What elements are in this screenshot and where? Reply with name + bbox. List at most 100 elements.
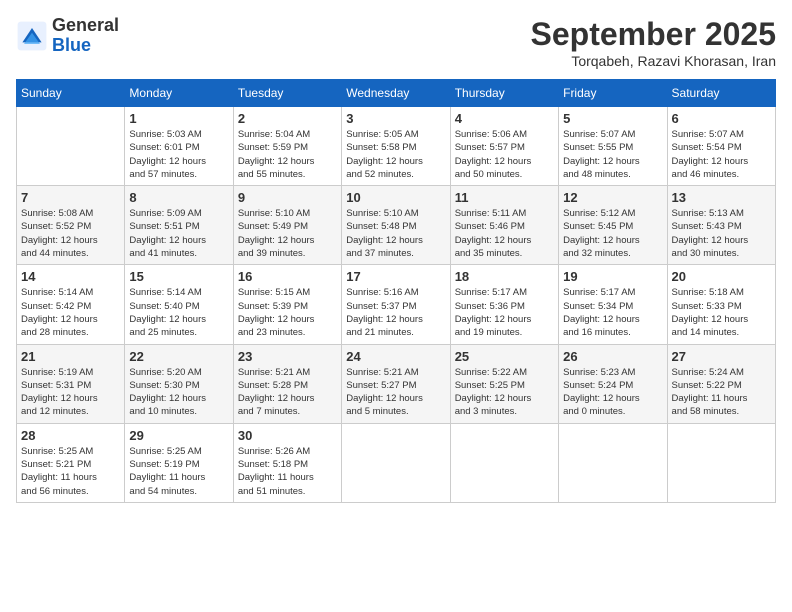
calendar-cell: 27 Sunrise: 5:24 AM Sunset: 5:22 PM Dayli… xyxy=(667,344,775,423)
day-info: Sunrise: 5:21 AM Sunset: 5:27 PM Dayligh… xyxy=(346,366,445,419)
calendar-cell: 30 Sunrise: 5:26 AM Sunset: 5:18 PM Dayli… xyxy=(233,423,341,502)
day-number: 13 xyxy=(672,190,771,205)
title-section: September 2025 Torqabeh, Razavi Khorasan… xyxy=(531,16,776,69)
day-info: Sunrise: 5:21 AM Sunset: 5:28 PM Dayligh… xyxy=(238,366,337,419)
calendar-cell: 21 Sunrise: 5:19 AM Sunset: 5:31 PM Dayli… xyxy=(17,344,125,423)
calendar-week-row: 14 Sunrise: 5:14 AM Sunset: 5:42 PM Dayli… xyxy=(17,265,776,344)
logo-text: General Blue xyxy=(52,16,119,56)
calendar-cell: 1Sunrise: 5:03 AM Sunset: 6:01 PM Daylig… xyxy=(125,107,233,186)
calendar-cell: 11 Sunrise: 5:11 AM Sunset: 5:46 PM Dayli… xyxy=(450,186,558,265)
day-number: 15 xyxy=(129,269,228,284)
day-number: 12 xyxy=(563,190,662,205)
logo-general: General xyxy=(52,15,119,35)
day-number: 26 xyxy=(563,349,662,364)
calendar-cell xyxy=(559,423,667,502)
day-info: Sunrise: 5:08 AM Sunset: 5:52 PM Dayligh… xyxy=(21,207,120,260)
day-info: Sunrise: 5:09 AM Sunset: 5:51 PM Dayligh… xyxy=(129,207,228,260)
calendar-cell: 24 Sunrise: 5:21 AM Sunset: 5:27 PM Dayli… xyxy=(342,344,450,423)
calendar-cell: 20Sunrise: 5:18 AM Sunset: 5:33 PM Dayli… xyxy=(667,265,775,344)
day-info: Sunrise: 5:04 AM Sunset: 5:59 PM Dayligh… xyxy=(238,128,337,181)
day-info: Sunrise: 5:13 AM Sunset: 5:43 PM Dayligh… xyxy=(672,207,771,260)
page-header: General Blue September 2025 Torqabeh, Ra… xyxy=(16,16,776,69)
weekday-header-thursday: Thursday xyxy=(450,80,558,107)
calendar-cell: 12Sunrise: 5:12 AM Sunset: 5:45 PM Dayli… xyxy=(559,186,667,265)
day-info: Sunrise: 5:07 AM Sunset: 5:55 PM Dayligh… xyxy=(563,128,662,181)
day-info: Sunrise: 5:10 AM Sunset: 5:49 PM Dayligh… xyxy=(238,207,337,260)
calendar-cell: 29Sunrise: 5:25 AM Sunset: 5:19 PM Dayli… xyxy=(125,423,233,502)
day-info: Sunrise: 5:26 AM Sunset: 5:18 PM Dayligh… xyxy=(238,445,337,498)
day-number: 11 xyxy=(455,190,554,205)
day-number: 24 xyxy=(346,349,445,364)
calendar-cell xyxy=(17,107,125,186)
calendar-cell: 17Sunrise: 5:16 AM Sunset: 5:37 PM Dayli… xyxy=(342,265,450,344)
day-number: 14 xyxy=(21,269,120,284)
day-info: Sunrise: 5:19 AM Sunset: 5:31 PM Dayligh… xyxy=(21,366,120,419)
day-number: 2 xyxy=(238,111,337,126)
calendar-cell: 8 Sunrise: 5:09 AM Sunset: 5:51 PM Daylig… xyxy=(125,186,233,265)
calendar-cell: 10 Sunrise: 5:10 AM Sunset: 5:48 PM Dayli… xyxy=(342,186,450,265)
calendar-cell: 28 Sunrise: 5:25 AM Sunset: 5:21 PM Dayli… xyxy=(17,423,125,502)
calendar-cell xyxy=(342,423,450,502)
day-number: 21 xyxy=(21,349,120,364)
calendar-cell xyxy=(450,423,558,502)
day-number: 6 xyxy=(672,111,771,126)
day-info: Sunrise: 5:15 AM Sunset: 5:39 PM Dayligh… xyxy=(238,286,337,339)
day-number: 23 xyxy=(238,349,337,364)
calendar-cell: 14 Sunrise: 5:14 AM Sunset: 5:42 PM Dayli… xyxy=(17,265,125,344)
weekday-header-row: SundayMondayTuesdayWednesdayThursdayFrid… xyxy=(17,80,776,107)
day-number: 25 xyxy=(455,349,554,364)
day-number: 20 xyxy=(672,269,771,284)
calendar-cell: 15Sunrise: 5:14 AM Sunset: 5:40 PM Dayli… xyxy=(125,265,233,344)
day-number: 5 xyxy=(563,111,662,126)
calendar-cell: 3Sunrise: 5:05 AM Sunset: 5:58 PM Daylig… xyxy=(342,107,450,186)
calendar-week-row: 1Sunrise: 5:03 AM Sunset: 6:01 PM Daylig… xyxy=(17,107,776,186)
day-number: 18 xyxy=(455,269,554,284)
day-number: 30 xyxy=(238,428,337,443)
day-info: Sunrise: 5:10 AM Sunset: 5:48 PM Dayligh… xyxy=(346,207,445,260)
day-number: 4 xyxy=(455,111,554,126)
day-info: Sunrise: 5:25 AM Sunset: 5:21 PM Dayligh… xyxy=(21,445,120,498)
day-info: Sunrise: 5:23 AM Sunset: 5:24 PM Dayligh… xyxy=(563,366,662,419)
day-info: Sunrise: 5:17 AM Sunset: 5:34 PM Dayligh… xyxy=(563,286,662,339)
day-info: Sunrise: 5:24 AM Sunset: 5:22 PM Dayligh… xyxy=(672,366,771,419)
calendar-week-row: 7Sunrise: 5:08 AM Sunset: 5:52 PM Daylig… xyxy=(17,186,776,265)
calendar-cell: 25 Sunrise: 5:22 AM Sunset: 5:25 PM Dayli… xyxy=(450,344,558,423)
calendar-cell: 22Sunrise: 5:20 AM Sunset: 5:30 PM Dayli… xyxy=(125,344,233,423)
day-number: 28 xyxy=(21,428,120,443)
weekday-header-friday: Friday xyxy=(559,80,667,107)
logo-icon xyxy=(16,20,48,52)
logo: General Blue xyxy=(16,16,119,56)
weekday-header-saturday: Saturday xyxy=(667,80,775,107)
weekday-header-monday: Monday xyxy=(125,80,233,107)
calendar-cell: 6 Sunrise: 5:07 AM Sunset: 5:54 PM Daylig… xyxy=(667,107,775,186)
calendar-cell: 26 Sunrise: 5:23 AM Sunset: 5:24 PM Dayli… xyxy=(559,344,667,423)
calendar-cell: 13 Sunrise: 5:13 AM Sunset: 5:43 PM Dayli… xyxy=(667,186,775,265)
day-info: Sunrise: 5:14 AM Sunset: 5:42 PM Dayligh… xyxy=(21,286,120,339)
day-number: 29 xyxy=(129,428,228,443)
weekday-header-wednesday: Wednesday xyxy=(342,80,450,107)
day-number: 10 xyxy=(346,190,445,205)
logo-blue: Blue xyxy=(52,35,91,55)
calendar-cell: 23 Sunrise: 5:21 AM Sunset: 5:28 PM Dayli… xyxy=(233,344,341,423)
calendar-cell: 18 Sunrise: 5:17 AM Sunset: 5:36 PM Dayli… xyxy=(450,265,558,344)
day-number: 9 xyxy=(238,190,337,205)
day-info: Sunrise: 5:11 AM Sunset: 5:46 PM Dayligh… xyxy=(455,207,554,260)
day-info: Sunrise: 5:17 AM Sunset: 5:36 PM Dayligh… xyxy=(455,286,554,339)
day-number: 27 xyxy=(672,349,771,364)
day-number: 8 xyxy=(129,190,228,205)
day-number: 1 xyxy=(129,111,228,126)
day-info: Sunrise: 5:06 AM Sunset: 5:57 PM Dayligh… xyxy=(455,128,554,181)
day-number: 16 xyxy=(238,269,337,284)
location-subtitle: Torqabeh, Razavi Khorasan, Iran xyxy=(531,53,776,69)
day-info: Sunrise: 5:07 AM Sunset: 5:54 PM Dayligh… xyxy=(672,128,771,181)
calendar-cell: 19 Sunrise: 5:17 AM Sunset: 5:34 PM Dayli… xyxy=(559,265,667,344)
calendar-table: SundayMondayTuesdayWednesdayThursdayFrid… xyxy=(16,79,776,503)
day-info: Sunrise: 5:22 AM Sunset: 5:25 PM Dayligh… xyxy=(455,366,554,419)
day-info: Sunrise: 5:05 AM Sunset: 5:58 PM Dayligh… xyxy=(346,128,445,181)
calendar-cell: 5 Sunrise: 5:07 AM Sunset: 5:55 PM Daylig… xyxy=(559,107,667,186)
calendar-cell: 4 Sunrise: 5:06 AM Sunset: 5:57 PM Daylig… xyxy=(450,107,558,186)
calendar-week-row: 21 Sunrise: 5:19 AM Sunset: 5:31 PM Dayli… xyxy=(17,344,776,423)
day-info: Sunrise: 5:20 AM Sunset: 5:30 PM Dayligh… xyxy=(129,366,228,419)
calendar-cell: 7Sunrise: 5:08 AM Sunset: 5:52 PM Daylig… xyxy=(17,186,125,265)
day-number: 19 xyxy=(563,269,662,284)
